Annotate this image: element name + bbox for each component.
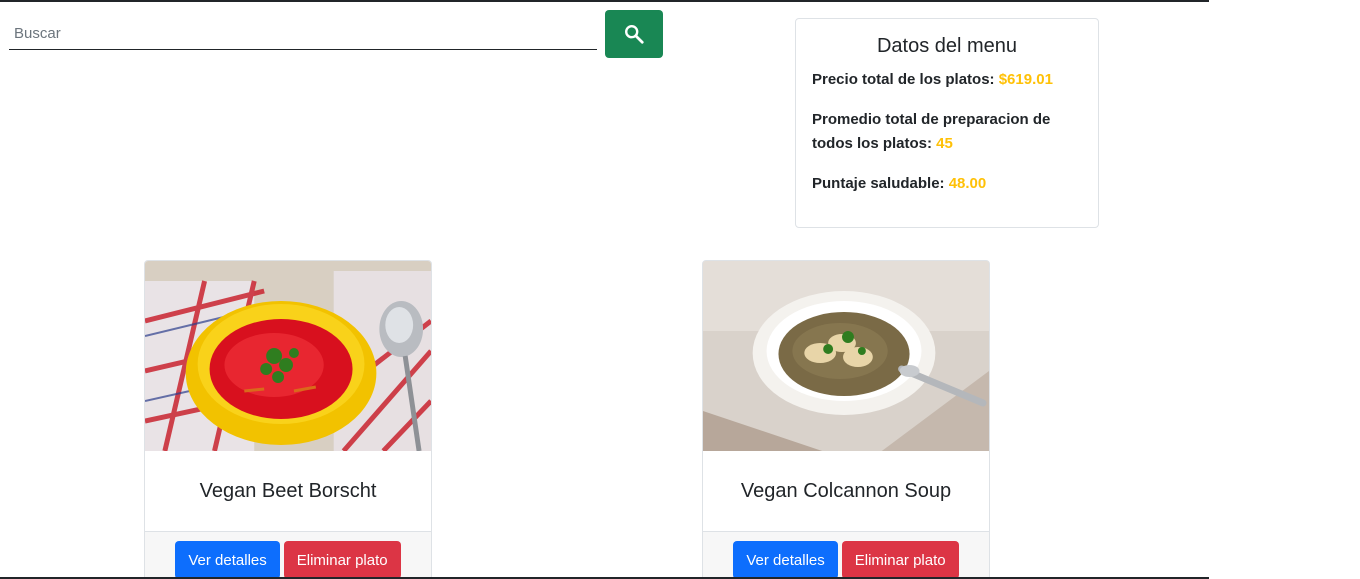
delete-dish-button[interactable]: Eliminar plato — [283, 541, 401, 579]
avg-prep-row: Promedio total de preparacion de todos l… — [812, 108, 1082, 156]
dish-actions: Ver detalles Eliminar plato — [703, 531, 989, 579]
total-price-label: Precio total de los platos: — [812, 71, 999, 88]
delete-dish-button[interactable]: Eliminar plato — [841, 541, 959, 579]
health-score-row: Puntaje saludable: 48.00 — [812, 172, 1082, 196]
top-divider — [0, 0, 1209, 2]
dish-body: Vegan Beet Borscht — [145, 451, 431, 531]
dish-card: Vegan Colcannon Soup Ver detalles Elimin… — [702, 260, 990, 579]
health-score-label: Puntaje saludable: — [812, 175, 949, 192]
dish-name: Vegan Beet Borscht — [199, 479, 377, 502]
avg-prep-label: Promedio total de preparacion de todos l… — [812, 111, 1051, 152]
dish-card: Vegan Beet Borscht Ver detalles Eliminar… — [144, 260, 432, 579]
search-input[interactable] — [9, 17, 597, 50]
dish-body: Vegan Colcannon Soup — [703, 451, 989, 531]
total-price-row: Precio total de los platos: $619.01 — [812, 68, 1082, 92]
menu-info-card: Datos del menu Precio total de los plato… — [795, 18, 1099, 228]
search-icon — [625, 25, 644, 44]
avg-prep-value: 45 — [936, 135, 953, 152]
dish-image-colcannon — [703, 261, 989, 451]
view-details-button[interactable]: Ver detalles — [175, 541, 280, 579]
menu-info-title: Datos del menu — [876, 35, 1018, 57]
dish-image-borscht — [145, 261, 431, 451]
view-details-button[interactable]: Ver detalles — [733, 541, 838, 579]
search-button[interactable] — [605, 10, 663, 58]
page: Datos del menu Precio total de los plato… — [0, 0, 1360, 579]
dish-actions: Ver detalles Eliminar plato — [145, 531, 431, 579]
dish-name: Vegan Colcannon Soup — [740, 479, 952, 502]
total-price-value: $619.01 — [998, 71, 1053, 88]
health-score-value: 48.00 — [948, 175, 987, 192]
